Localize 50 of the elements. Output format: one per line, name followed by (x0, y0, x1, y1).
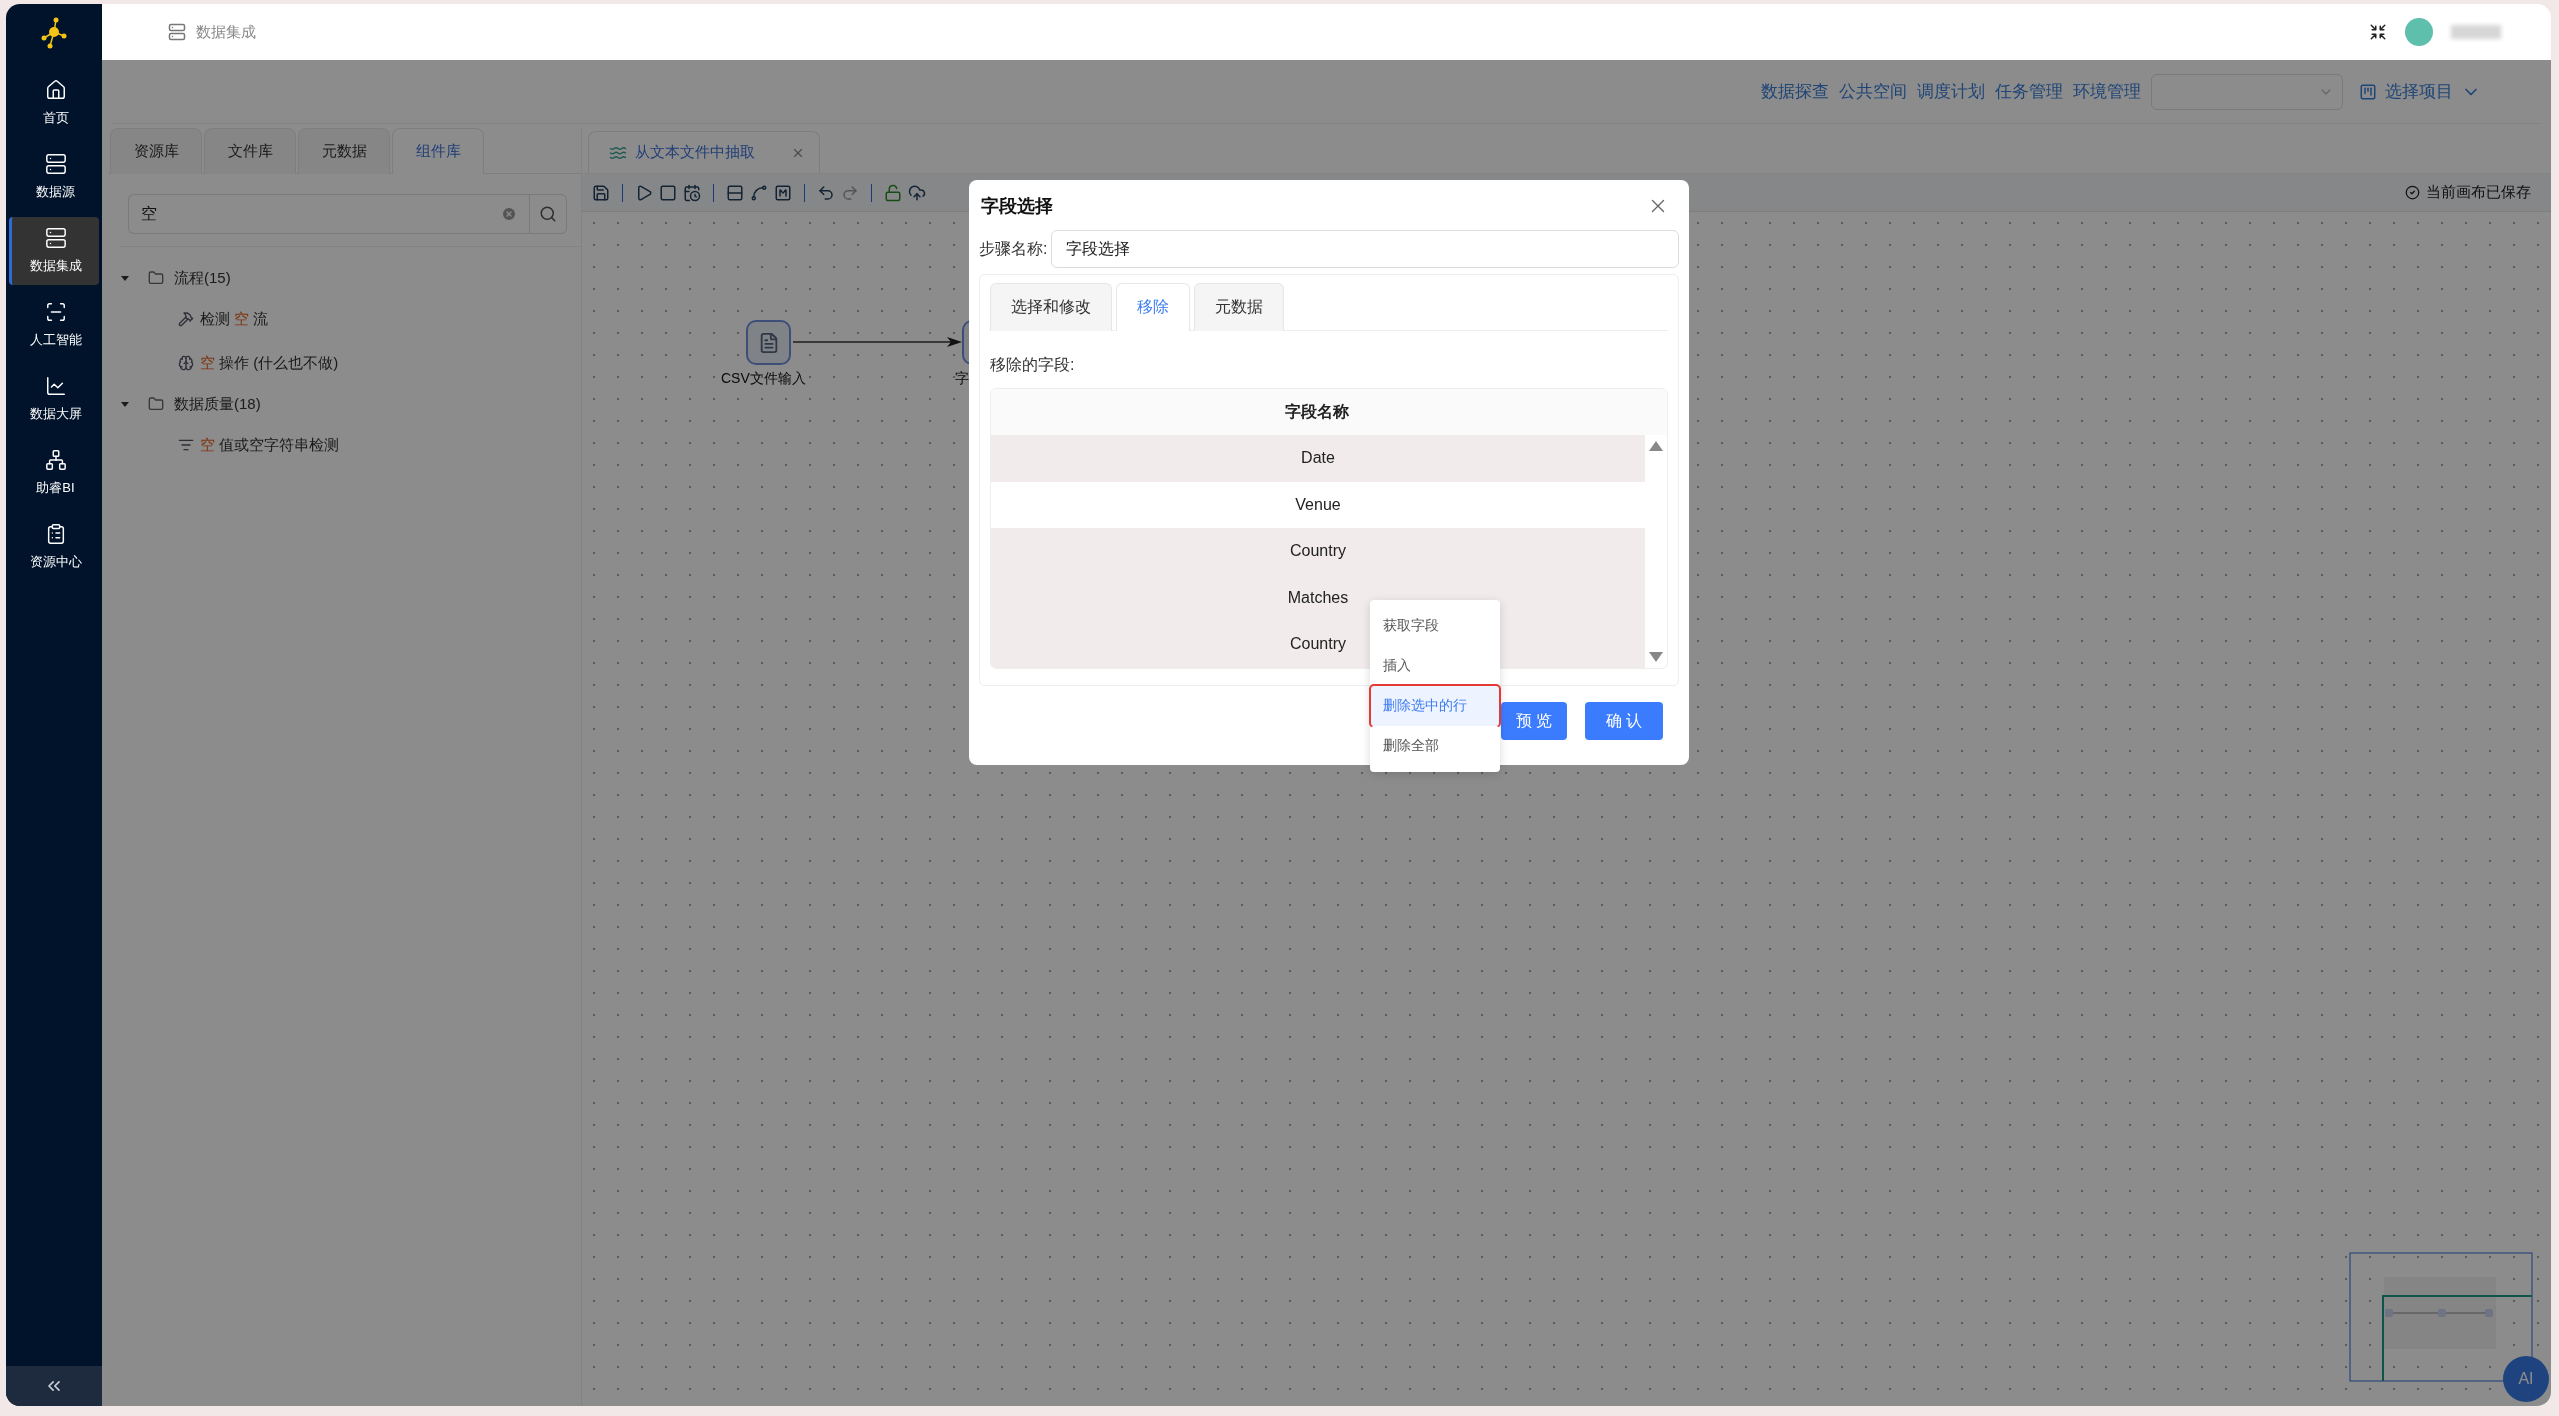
dialog-title: 字段选择 (981, 195, 1053, 218)
preview-button[interactable]: 预 览 (1501, 702, 1567, 740)
editor-tab[interactable]: 从文本文件中抽取 (588, 131, 820, 173)
nav-link[interactable]: 调度计划 (1917, 80, 1985, 103)
sidebar-label: 数据源 (36, 183, 75, 201)
nav-link[interactable]: 公共空间 (1839, 80, 1907, 103)
section-label: 移除的字段: (990, 355, 1076, 375)
sidebar-label: 首页 (42, 109, 69, 127)
dialog-tab[interactable]: 选择和修改 (990, 283, 1112, 331)
sidebar-item[interactable]: 资源中心 (9, 513, 99, 581)
panel-tab[interactable]: 文件库 (204, 128, 296, 174)
panel-tab[interactable]: 组件库 (392, 128, 484, 174)
panel-tab[interactable]: 资源库 (110, 128, 202, 174)
sidebar-label: 助睿BI (36, 479, 75, 497)
tree-folder-label[interactable]: 数据质量(18) (174, 394, 261, 414)
sidebar-item[interactable]: 数据源 (9, 143, 99, 211)
dialog-tab[interactable]: 元数据 (1194, 283, 1284, 331)
tree-item-label[interactable]: 检测 空 流 (200, 309, 269, 329)
dialog-tab[interactable]: 移除 (1116, 283, 1190, 331)
save-status-text: 当前画布已保存 (2426, 183, 2531, 202)
sidebar-item[interactable]: 数据集成 (9, 217, 99, 285)
table-cell[interactable]: Country (991, 528, 1645, 575)
table-cell[interactable]: Date (991, 435, 1645, 482)
sidebar-item[interactable]: 助睿BI (9, 439, 99, 507)
nav-link[interactable]: 数据探查 (1761, 80, 1829, 103)
nav-link[interactable]: 任务管理 (1995, 80, 2063, 103)
confirm-button[interactable]: 确 认 (1585, 702, 1663, 740)
project-selector[interactable]: 选择项目 (2359, 80, 2481, 103)
editor-tab-label: 从文本文件中抽取 (635, 143, 755, 162)
tree-item-label[interactable]: 空 操作 (什么也不做) (200, 353, 339, 373)
ai-assistant-button[interactable]: AI (2503, 1356, 2549, 1402)
sidebar-item[interactable]: 人工智能 (9, 291, 99, 359)
nav-link[interactable]: 环境管理 (2073, 80, 2141, 103)
search-field[interactable]: 空 (128, 194, 529, 234)
tree-item-label[interactable]: 空 值或空字符串检测 (200, 435, 340, 455)
sidebar-label: 数据大屏 (29, 405, 82, 423)
step-name-label: 步骤名称: (979, 238, 1048, 259)
sidebar-item[interactable]: 首页 (9, 69, 99, 137)
page-title: 数据集成 (196, 22, 256, 42)
tree-folder-label[interactable]: 流程(15) (174, 268, 231, 288)
sidebar-item[interactable]: 数据大屏 (9, 365, 99, 433)
node-label: 字 (955, 370, 969, 388)
step-name-field[interactable]: 字段选择 (1051, 230, 1679, 268)
column-header: 字段名称 (991, 389, 1667, 435)
sidebar-label: 人工智能 (29, 331, 82, 349)
panel-tab[interactable]: 元数据 (298, 128, 390, 174)
sidebar-label: 资源中心 (29, 553, 82, 571)
sidebar-label: 数据集成 (29, 257, 82, 275)
node-label: CSV文件输入 (721, 370, 806, 388)
menu-item[interactable]: 删除选中的行 (1371, 686, 1499, 726)
